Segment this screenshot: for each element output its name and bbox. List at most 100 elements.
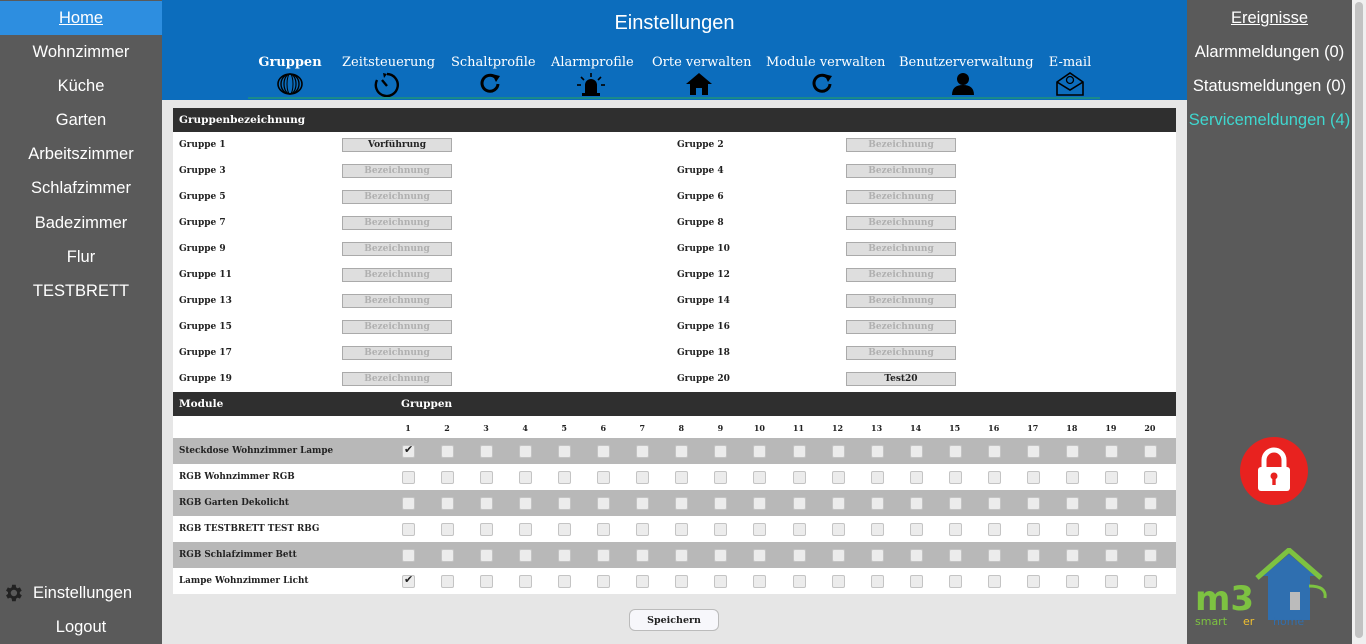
group-checkbox[interactable] [597,523,611,536]
group-name-input[interactable] [846,294,956,308]
group-checkbox[interactable] [987,497,1001,510]
group-checkbox[interactable] [402,443,415,458]
group-checkbox[interactable] [636,575,650,588]
group-checkbox[interactable] [675,549,689,562]
group-checkbox[interactable] [1143,575,1157,588]
group-checkbox[interactable] [1026,575,1040,588]
group-checkbox[interactable] [558,523,572,536]
group-checkbox[interactable] [792,575,806,588]
group-checkbox[interactable] [1065,445,1079,458]
group-checkbox[interactable] [402,523,415,536]
group-checkbox[interactable] [480,575,494,588]
group-checkbox[interactable] [792,471,806,484]
group-checkbox[interactable] [753,497,767,510]
group-checkbox[interactable] [558,575,572,588]
nav-item-testbrett[interactable]: TESTBRETT [0,274,162,308]
group-checkbox[interactable] [714,523,728,536]
tab-schaltprofile[interactable]: Schaltprofile [451,54,536,98]
group-checkbox[interactable] [519,549,533,562]
nav-item-garten[interactable]: Garten [0,103,162,137]
group-checkbox[interactable] [714,471,728,484]
group-checkbox[interactable] [441,523,455,536]
group-checkbox[interactable] [987,471,1001,484]
scrollbar-thumb[interactable] [1355,2,1363,638]
group-checkbox[interactable] [948,471,962,484]
group-checkbox[interactable] [714,549,728,562]
group-name-input[interactable] [342,164,452,178]
group-checkbox[interactable] [1026,471,1040,484]
group-checkbox[interactable] [792,549,806,562]
group-checkbox[interactable] [558,445,572,458]
nav-item-logout[interactable]: Logout [0,610,162,644]
group-checkbox[interactable] [831,549,845,562]
group-name-input[interactable] [846,164,956,178]
group-checkbox[interactable] [714,497,728,510]
tab-module-verwalten[interactable]: Module verwalten [766,54,885,98]
group-name-input[interactable] [846,216,956,230]
group-checkbox[interactable] [675,471,689,484]
group-checkbox[interactable] [909,523,923,536]
group-checkbox[interactable] [441,445,455,458]
group-checkbox[interactable] [441,471,455,484]
group-checkbox[interactable] [753,575,767,588]
group-checkbox[interactable] [519,471,533,484]
group-checkbox[interactable] [636,549,650,562]
group-name-input[interactable] [846,346,956,360]
group-checkbox[interactable] [948,523,962,536]
group-checkbox[interactable] [636,497,650,510]
group-checkbox[interactable] [909,549,923,562]
group-checkbox[interactable] [480,497,494,510]
group-checkbox[interactable] [1104,471,1118,484]
group-checkbox[interactable] [636,445,650,458]
group-checkbox[interactable] [870,497,884,510]
nav-item-arbeitszimmer[interactable]: Arbeitszimmer [0,137,162,171]
group-checkbox[interactable] [831,523,845,536]
group-checkbox[interactable] [597,471,611,484]
group-checkbox[interactable] [1104,549,1118,562]
group-checkbox[interactable] [909,445,923,458]
group-checkbox[interactable] [948,549,962,562]
group-checkbox[interactable] [753,523,767,536]
group-checkbox[interactable] [1143,549,1157,562]
group-checkbox[interactable] [675,445,689,458]
group-checkbox[interactable] [909,575,923,588]
group-checkbox[interactable] [948,497,962,510]
group-checkbox[interactable] [1065,497,1079,510]
group-checkbox[interactable] [1104,497,1118,510]
group-checkbox[interactable] [831,471,845,484]
tab-email[interactable]: E-mail [1046,54,1094,98]
group-checkbox[interactable] [1143,497,1157,510]
group-checkbox[interactable] [441,549,455,562]
group-checkbox[interactable] [753,549,767,562]
group-name-input[interactable] [846,190,956,204]
tab-benutzerverwaltung[interactable]: Benutzerverwaltung [899,54,1034,98]
group-checkbox[interactable] [753,471,767,484]
group-name-input[interactable] [846,268,956,282]
group-checkbox[interactable] [1026,497,1040,510]
service-messages-link[interactable]: Servicemeldungen (4) [1187,103,1352,137]
group-checkbox[interactable] [714,575,728,588]
group-checkbox[interactable] [792,497,806,510]
group-name-input[interactable] [342,346,452,360]
group-name-input[interactable] [342,268,452,282]
tab-alarmprofile[interactable]: Alarmprofile [551,54,634,98]
events-title[interactable]: Ereignisse [1187,1,1352,35]
group-name-input[interactable] [846,320,956,334]
lock-button[interactable] [1240,437,1308,505]
nav-item-einstellungen[interactable]: Einstellungen [0,576,162,610]
group-checkbox[interactable] [558,471,572,484]
group-checkbox[interactable] [597,549,611,562]
group-name-input[interactable] [342,294,452,308]
group-checkbox[interactable] [1065,523,1079,536]
group-checkbox[interactable] [675,523,689,536]
group-name-input[interactable] [342,320,452,334]
group-name-input[interactable] [846,372,956,386]
group-checkbox[interactable] [792,445,806,458]
group-checkbox[interactable] [558,497,572,510]
group-name-input[interactable] [342,372,452,386]
group-name-input[interactable] [846,138,956,152]
nav-item-wohnzimmer[interactable]: Wohnzimmer [0,35,162,69]
group-checkbox[interactable] [597,497,611,510]
status-messages-link[interactable]: Statusmeldungen (0) [1187,69,1352,103]
group-checkbox[interactable] [753,445,767,458]
